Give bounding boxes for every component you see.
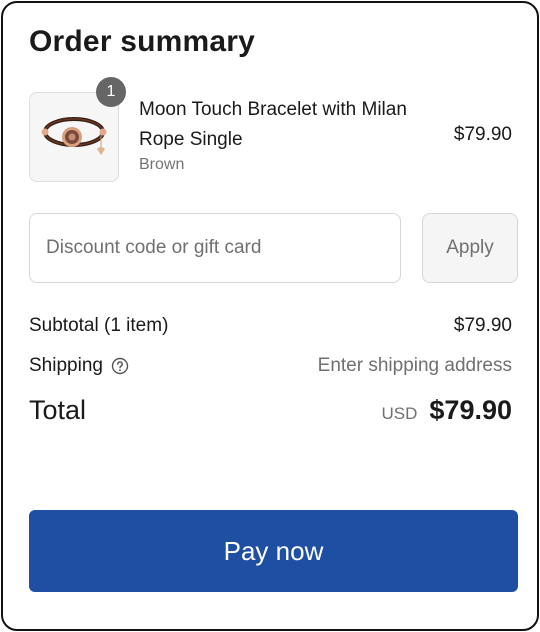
total-label: Total: [29, 395, 87, 425]
help-circle-icon[interactable]: [111, 357, 129, 375]
product-variant: Brown: [139, 156, 185, 173]
currency-code: USD: [381, 404, 418, 423]
subtotal-row: Subtotal (1 item) $79.90: [29, 315, 512, 337]
order-summary-panel: Order summary 1 Moon Touch Bracelet with…: [1, 1, 539, 631]
total-row: Total USD $79.90: [29, 395, 512, 426]
subtotal-label: Subtotal (1 item): [29, 315, 169, 336]
discount-code-input[interactable]: [29, 213, 401, 283]
shipping-label: Shipping: [29, 355, 103, 376]
total-amount: $79.90: [429, 395, 512, 425]
subtotal-value: $79.90: [453, 315, 512, 336]
product-name: Moon Touch Bracelet with Milan Rope Sing…: [139, 99, 407, 150]
product-price: $79.90: [453, 124, 512, 145]
shipping-value: Enter shipping address: [317, 355, 512, 376]
quantity-badge: 1: [96, 77, 126, 107]
pay-now-button[interactable]: Pay now: [29, 510, 518, 592]
shipping-row: Shipping Enter shipping address: [29, 355, 512, 377]
bracelet-image: [41, 117, 107, 155]
total-amount-group: USD $79.90: [382, 395, 513, 426]
apply-discount-button[interactable]: Apply: [422, 213, 518, 283]
shipping-label-group: Shipping: [29, 355, 129, 377]
page-title: Order summary: [29, 25, 256, 58]
